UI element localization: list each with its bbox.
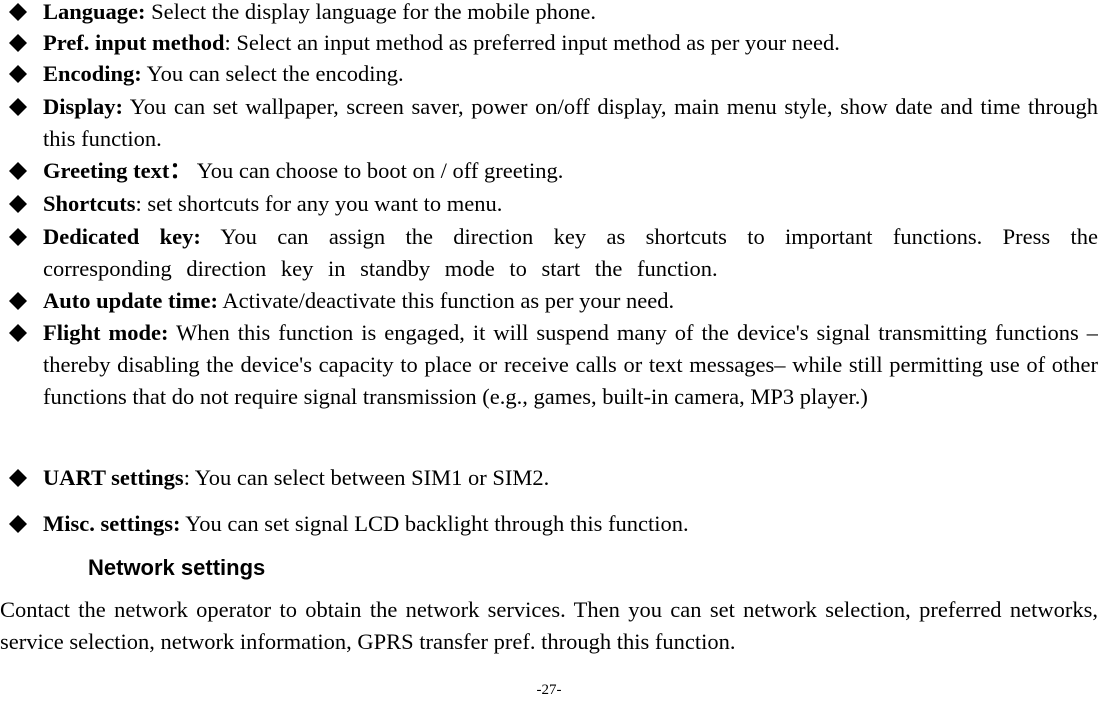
diamond-bullet-icon <box>5 317 31 349</box>
item-description: You can set wallpaper, screen saver, pow… <box>43 94 1098 151</box>
list-item-auto-update-time: Auto update time: Activate/deactivate th… <box>0 285 1098 317</box>
item-description: You can assign the direction key as shor… <box>43 224 1098 281</box>
item-term: Flight mode: <box>43 320 169 345</box>
item-description: You can select the encoding. <box>141 61 404 86</box>
diamond-bullet-icon <box>5 0 31 28</box>
item-description: Activate/deactivate this function as per… <box>218 288 675 313</box>
list-item-display: Display: You can set wallpaper, screen s… <box>0 91 1098 155</box>
diamond-bullet-icon <box>5 58 31 90</box>
list-item-misc-settings: Misc. settings: You can set signal LCD b… <box>0 508 1098 540</box>
item-term: Language: <box>43 0 146 24</box>
item-description: : set shortcuts for any you want to menu… <box>135 191 503 216</box>
item-term: Shortcuts <box>43 191 136 216</box>
diamond-bullet-icon <box>5 285 31 317</box>
list-item-pref-input-method: Pref. input method: Select an input meth… <box>0 27 1098 59</box>
item-description: Select the display language for the mobi… <box>145 0 597 24</box>
item-description: You can set signal LCD backlight through… <box>180 511 689 536</box>
item-term: Greeting text： <box>43 158 192 183</box>
page-number: -27- <box>536 682 562 698</box>
list-item-greeting-text: Greeting text： You can choose to boot on… <box>0 155 1098 187</box>
item-term: UART settings <box>43 465 184 490</box>
section-heading: Network settings <box>88 555 266 580</box>
diamond-bullet-icon <box>5 508 31 540</box>
diamond-bullet-icon <box>5 188 31 220</box>
diamond-bullet-icon <box>5 91 31 123</box>
list-item-flight-mode: Flight mode: When this function is engag… <box>0 317 1098 413</box>
diamond-bullet-icon <box>5 27 31 59</box>
list-item-uart-settings: UART settings: You can select between SI… <box>0 462 1098 494</box>
item-term: Auto update time: <box>43 288 218 313</box>
list-item-language: Language: Select the display language fo… <box>0 0 1098 28</box>
item-description: : Select an input method as preferred in… <box>224 30 840 55</box>
item-term: Dedicated key: <box>43 224 201 249</box>
item-term: Misc. settings: <box>43 511 181 536</box>
diamond-bullet-icon <box>5 221 31 253</box>
item-description: When this function is engaged, it will s… <box>43 320 1098 409</box>
list-item-dedicated-key: Dedicated key: You can assign the direct… <box>0 221 1098 285</box>
diamond-bullet-icon <box>5 155 31 187</box>
item-term: Pref. input method <box>43 30 225 55</box>
item-description: You can choose to boot on / off greeting… <box>191 158 564 183</box>
item-description: : You can select between SIM1 or SIM2. <box>183 465 550 490</box>
list-item-encoding: Encoding: You can select the encoding. <box>0 58 1098 90</box>
item-term: Display: <box>43 94 124 119</box>
section-paragraph: Contact the network operator to obtain t… <box>0 597 1098 654</box>
list-item-shortcuts: Shortcuts: set shortcuts for any you wan… <box>0 188 1098 220</box>
item-term: Encoding: <box>43 61 142 86</box>
diamond-bullet-icon <box>5 462 31 494</box>
